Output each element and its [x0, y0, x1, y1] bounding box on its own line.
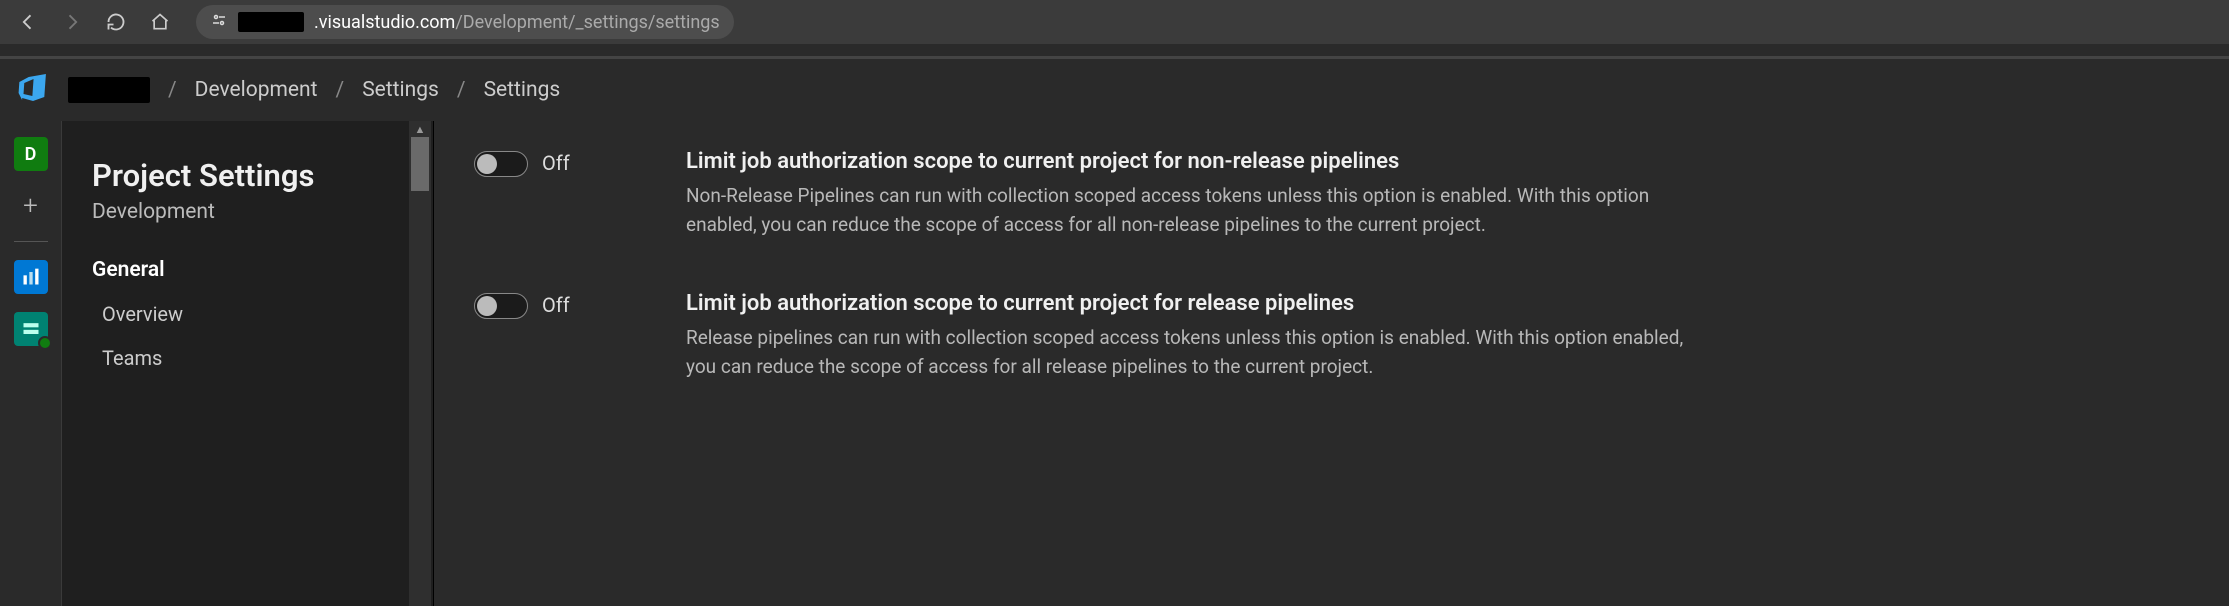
breadcrumb-separator: /: [336, 78, 345, 102]
home-button[interactable]: [142, 4, 178, 40]
test-plans-icon[interactable]: [14, 312, 48, 346]
scroll-thumb[interactable]: [411, 137, 429, 191]
reload-button[interactable]: [98, 4, 134, 40]
project-avatar[interactable]: D: [14, 137, 48, 171]
url-text: .visualstudio.com/Development/_settings/…: [314, 12, 720, 33]
breadcrumb-item[interactable]: Settings: [362, 78, 439, 102]
rail-separator: [14, 241, 48, 242]
settings-content: Off Limit job authorization scope to cur…: [434, 121, 2229, 606]
sidebar-item-teams[interactable]: Teams: [62, 336, 433, 380]
org-name-masked: [238, 12, 304, 32]
left-rail: D +: [0, 121, 62, 606]
toggle-non-release-scope[interactable]: [474, 151, 528, 177]
page-header: / Development / Settings / Settings: [0, 59, 2229, 121]
breadcrumb-item[interactable]: Development: [195, 78, 318, 102]
sidebar-section-general[interactable]: General: [62, 248, 433, 292]
setting-title: Limit job authorization scope to current…: [686, 149, 2189, 174]
site-info-icon[interactable]: [210, 11, 228, 34]
scroll-up-icon[interactable]: ▲: [409, 121, 431, 137]
setting-description: Release pipelines can run with collectio…: [686, 324, 1686, 381]
toggle-release-scope[interactable]: [474, 293, 528, 319]
toggle-state-label: Off: [542, 151, 570, 175]
project-name: Development: [62, 194, 433, 248]
main-area: D + ▲ Project Settings Development Gener…: [0, 121, 2229, 606]
address-bar[interactable]: .visualstudio.com/Development/_settings/…: [196, 5, 734, 39]
toggle-state-label: Off: [542, 293, 570, 317]
add-button[interactable]: +: [14, 189, 48, 223]
settings-sidebar: ▲ Project Settings Development General O…: [62, 121, 434, 606]
setting-description: Non-Release Pipelines can run with colle…: [686, 182, 1686, 239]
scrollbar[interactable]: ▲: [409, 121, 431, 606]
setting-row: Off Limit job authorization scope to cur…: [474, 149, 2189, 239]
status-badge-icon: [38, 336, 52, 350]
setting-row: Off Limit job authorization scope to cur…: [474, 291, 2189, 381]
back-button[interactable]: [10, 4, 46, 40]
forward-button[interactable]: [54, 4, 90, 40]
setting-title: Limit job authorization scope to current…: [686, 291, 2189, 316]
breadcrumb-separator: /: [168, 78, 177, 102]
boards-icon[interactable]: [14, 260, 48, 294]
breadcrumb-item[interactable]: Settings: [484, 78, 561, 102]
page-title: Project Settings: [62, 157, 433, 194]
sidebar-item-overview[interactable]: Overview: [62, 292, 433, 336]
browser-toolbar: .visualstudio.com/Development/_settings/…: [0, 0, 2229, 44]
azure-devops-logo-icon[interactable]: [16, 71, 48, 109]
breadcrumb-separator: /: [457, 78, 466, 102]
org-name-masked: [68, 77, 150, 103]
